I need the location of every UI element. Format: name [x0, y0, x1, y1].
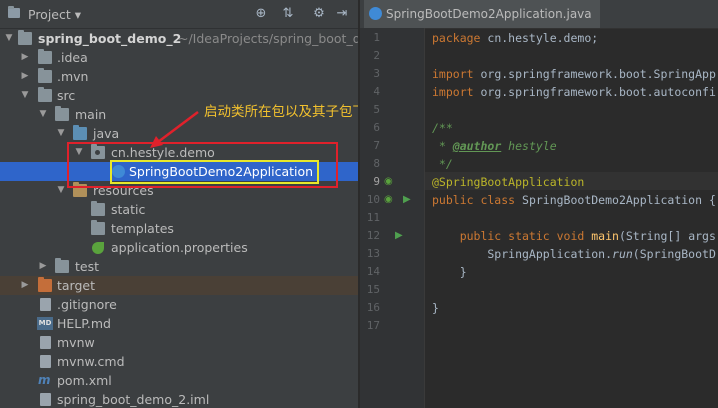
excluded-folder-icon — [38, 277, 52, 292]
tree-row-properties[interactable]: application.properties — [0, 238, 358, 257]
line-number: 1 — [373, 31, 380, 44]
code-line: public static void main(String[] args — [432, 229, 716, 243]
line-number: 3 — [373, 67, 380, 80]
code-line: public class SpringBootDemo2Application … — [432, 193, 716, 207]
spring-bean-icon[interactable]: ◉ — [384, 191, 393, 209]
code-line: } — [432, 265, 467, 279]
tree-row-target[interactable]: ▶ target — [0, 276, 358, 295]
project-panel: Project ▾ ⊕ ⇅ ⚙ ⇥ ▼ spring_boot_demo_2 ~… — [0, 0, 358, 408]
tree-row-mvnw-cmd[interactable]: mvnw.cmd — [0, 352, 358, 371]
line-number: 9 — [373, 175, 380, 188]
tree-label: target — [57, 278, 96, 293]
line-number: 5 — [373, 103, 380, 116]
line-number: 12 — [366, 229, 380, 242]
editor-tabbar: SpringBootDemo2Application.java — [360, 0, 718, 29]
spring-class-icon — [369, 7, 382, 20]
tree-row-iml[interactable]: spring_boot_demo_2.iml — [0, 390, 358, 408]
tree-row-help[interactable]: MD HELP.md — [0, 314, 358, 333]
line-number: 13 — [366, 247, 380, 260]
code-line: package cn.hestyle.demo; — [432, 31, 599, 45]
spring-bean-icon[interactable]: ◉ — [384, 173, 393, 191]
editor-tab[interactable]: SpringBootDemo2Application.java — [364, 0, 600, 28]
code-line: /** — [432, 121, 453, 135]
line-number: 7 — [373, 139, 380, 152]
tree-label: test — [75, 259, 100, 274]
tree-label: application.properties — [111, 240, 248, 255]
tree-row-gitignore[interactable]: .gitignore — [0, 295, 358, 314]
tree-label: templates — [111, 221, 174, 236]
tree-label: static — [111, 202, 146, 217]
folder-icon — [55, 258, 69, 273]
chevron-right-icon[interactable]: ▶ — [20, 276, 30, 295]
tree-row-static[interactable]: static — [0, 200, 358, 219]
tree-row-pom[interactable]: m pom.xml — [0, 371, 358, 390]
line-number: 14 — [366, 265, 380, 278]
annotation-text: 启动类所在包以及其子包下的所有包 — [204, 104, 358, 120]
file-icon — [40, 355, 51, 368]
line-number: 15 — [366, 283, 380, 296]
run-icon[interactable]: ▶ — [403, 191, 411, 209]
tab-label: SpringBootDemo2Application.java — [386, 7, 592, 21]
spring-leaf-icon — [92, 242, 104, 254]
line-number: 4 — [373, 85, 380, 98]
markdown-file-icon: MD — [37, 317, 53, 330]
tree-label: mvnw — [57, 335, 95, 350]
tree-row-mvnw[interactable]: mvnw — [0, 333, 358, 352]
code-line: @SpringBootApplication — [432, 175, 585, 189]
tree-label: HELP.md — [57, 316, 111, 331]
line-number: 8 — [373, 157, 380, 170]
line-number: 16 — [366, 301, 380, 314]
code-line: import org.springframework.boot.autoconf… — [432, 85, 716, 99]
code-line: */ — [432, 157, 453, 171]
code-line: * @author hestyle — [432, 139, 557, 153]
line-number: 10 — [366, 193, 380, 206]
tree-label: .gitignore — [57, 297, 117, 312]
code-line: } — [432, 301, 439, 315]
tree-label: mvnw.cmd — [57, 354, 125, 369]
maven-icon: m — [38, 373, 51, 387]
run-icon[interactable]: ▶ — [395, 227, 403, 245]
line-number: 2 — [373, 49, 380, 62]
line-number: 6 — [373, 121, 380, 134]
editor-gutter: ◉ ◉ ▶ ▶ 1 2 3 4 5 6 7 8 9 10 11 12 13 14 15 16 17 — [360, 28, 425, 408]
line-number: 17 — [366, 319, 380, 332]
folder-icon — [91, 201, 105, 216]
line-number: 11 — [366, 211, 380, 224]
tree-label: pom.xml — [57, 373, 112, 388]
code-line: SpringApplication.run(SpringBootD — [432, 247, 716, 261]
tree-label: spring_boot_demo_2.iml — [57, 392, 210, 407]
tree-row-test[interactable]: ▶ test — [0, 257, 358, 276]
file-icon — [40, 336, 51, 349]
editor: SpringBootDemo2Application.java ◉ ◉ ▶ ▶ … — [360, 0, 718, 408]
code-line: import org.springframework.boot.SpringAp… — [432, 67, 716, 81]
file-icon — [40, 393, 51, 406]
file-icon — [40, 298, 51, 311]
chevron-right-icon[interactable]: ▶ — [38, 257, 48, 276]
tree-row-templates[interactable]: templates — [0, 219, 358, 238]
folder-icon — [91, 220, 105, 235]
